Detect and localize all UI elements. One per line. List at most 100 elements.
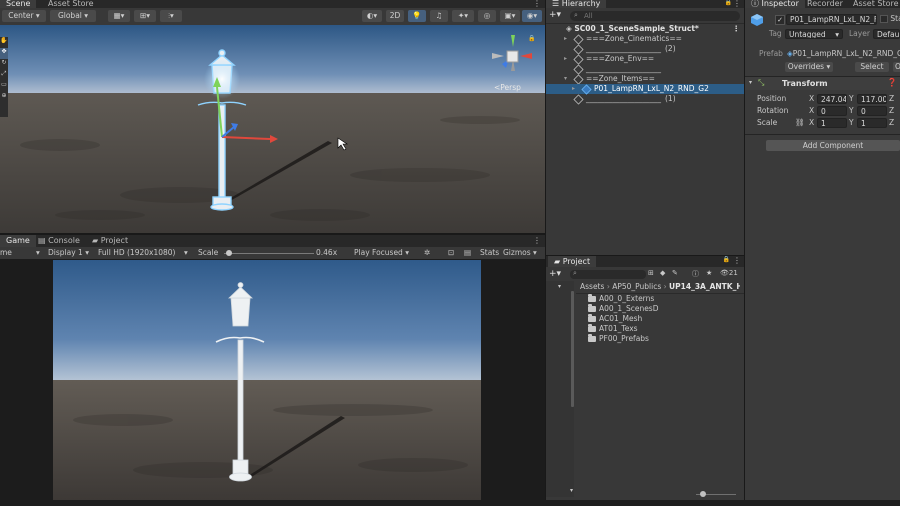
active-checkbox[interactable]: ✓ xyxy=(775,15,785,25)
camera-settings-icon[interactable]: ▣▾ xyxy=(500,10,520,22)
rotation-x-label[interactable]: X xyxy=(809,106,814,116)
increment-snap-button[interactable]: ⫶▾ xyxy=(160,10,182,22)
kebab-menu-icon[interactable]: ⋮ xyxy=(733,24,741,34)
scale-x-field[interactable]: 1 xyxy=(817,118,847,128)
add-component-button[interactable]: Add Component xyxy=(766,140,900,151)
position-y-label[interactable]: Y xyxy=(849,94,854,104)
rotate-tool-icon[interactable]: ↻ xyxy=(0,59,8,70)
favorites-icon[interactable]: ★ xyxy=(706,269,712,277)
scale-z-label[interactable]: Z xyxy=(889,118,894,128)
constrain-proportions-icon[interactable]: ⛓ xyxy=(795,118,805,128)
expand-arrow-icon[interactable]: ▾ xyxy=(564,74,567,84)
info-icon[interactable]: ⓘ xyxy=(692,269,699,279)
hidden-count-badge[interactable]: 👁21 xyxy=(720,269,738,277)
tab-console[interactable]: ▤ Console xyxy=(32,235,86,247)
hierarchy-item[interactable]: ▸ ===Zone_Cinematics== xyxy=(546,33,744,45)
folder-item[interactable]: AT01_Texs xyxy=(586,324,736,334)
position-x-field[interactable]: 247.04 xyxy=(817,94,847,104)
draw-mode-button[interactable]: ◐▾ xyxy=(362,10,382,22)
lock-icon[interactable]: 🔒 xyxy=(723,256,730,263)
rotation-y-field[interactable]: 0 xyxy=(857,106,887,116)
folder-item[interactable]: AC01_Mesh xyxy=(586,314,736,324)
gizmos-dropdown[interactable]: Gizmos ▾ xyxy=(503,248,537,258)
hierarchy-search-field[interactable]: ⌕ All xyxy=(570,11,740,21)
expand-arrow-icon[interactable]: ▸ xyxy=(572,84,575,94)
tree-scrollbar[interactable] xyxy=(571,291,574,407)
kebab-menu-icon[interactable]: ⋮ xyxy=(733,256,741,265)
add-object-button[interactable]: +▾ xyxy=(549,10,561,20)
space-dropdown[interactable]: Global ▾ xyxy=(50,10,96,22)
hierarchy-item[interactable]: ▸ P01_LampRN_LxL_N2_RND_G2 xyxy=(546,83,744,95)
select-prefab-button[interactable]: Select xyxy=(855,62,889,72)
move-tool-icon[interactable]: ✥ xyxy=(0,48,8,59)
toggle-2d-button[interactable]: 2D xyxy=(386,10,404,22)
rotation-z-label[interactable]: Z xyxy=(889,106,894,116)
tag-dropdown[interactable]: Untagged ▾ xyxy=(785,29,843,39)
tab-project[interactable]: ▰ Project xyxy=(86,235,134,247)
hierarchy-item[interactable]: ▸ ===Zone_Env== xyxy=(546,53,744,65)
lighting-toggle-icon[interactable]: 💡 xyxy=(408,10,426,22)
icon-size-slider[interactable] xyxy=(696,491,736,497)
rotation-y-label[interactable]: Y xyxy=(849,106,854,116)
position-z-label[interactable]: Z xyxy=(889,94,894,104)
prefab-asset-link[interactable]: ◈P01_LampRN_LxL_N2_RND_G2 xyxy=(787,49,900,59)
folder-item[interactable]: A00_0_Externs xyxy=(586,294,736,304)
layer-dropdown[interactable]: Defaul xyxy=(873,29,900,39)
transform-tool-icon[interactable]: ⊕ xyxy=(0,92,8,103)
lock-icon[interactable]: 🔒 xyxy=(725,0,732,6)
bug-icon[interactable]: ✲ xyxy=(424,248,430,258)
rotation-x-field[interactable]: 0 xyxy=(817,106,847,116)
object-name-field[interactable]: P01_LampRN_LxL_N2_F xyxy=(786,14,877,25)
stats-button[interactable]: Stats xyxy=(480,248,499,258)
search-by-type-icon[interactable]: ⊞ xyxy=(648,269,654,277)
hierarchy-item[interactable]: ____________________ (2) xyxy=(546,43,744,55)
tab-scene[interactable]: Scene xyxy=(0,0,37,8)
scale-slider-knob[interactable] xyxy=(225,250,232,256)
hidden-objects-icon[interactable]: ◎ xyxy=(478,10,496,22)
help-icon[interactable]: ❓ xyxy=(887,78,897,87)
audio-mute-icon[interactable]: ⊡ xyxy=(448,248,454,258)
gizmos-dropdown-icon[interactable]: ◉▾ xyxy=(522,10,542,22)
orientation-gizmo[interactable]: 🔒 xyxy=(490,33,535,83)
folder-item[interactable]: PF00_Prefabs xyxy=(586,334,736,344)
grid-visibility-button[interactable]: ⊞▾ xyxy=(134,10,156,22)
scale-slider[interactable] xyxy=(224,250,314,256)
filter-icon[interactable]: ✎ xyxy=(672,269,678,277)
resolution-dropdown[interactable]: Full HD (1920x1080) ▾ xyxy=(98,248,190,258)
collapse-arrow-icon[interactable]: ▾ xyxy=(749,79,752,86)
tree-expand-icon[interactable]: ▾ xyxy=(558,283,561,290)
persp-label[interactable]: <Persp xyxy=(494,83,521,92)
game-view-dropdown[interactable]: me ▾ xyxy=(0,248,42,258)
icon-size-slider-knob[interactable] xyxy=(700,491,706,497)
tab-project-window[interactable]: ▰ Project xyxy=(548,256,597,267)
position-y-field[interactable]: 117.00 xyxy=(857,94,887,104)
hierarchy-item[interactable]: ____________________ (1) xyxy=(546,93,744,105)
open-prefab-button[interactable]: O xyxy=(893,62,900,72)
play-focused-dropdown[interactable]: Play Focused ▾ xyxy=(354,248,409,258)
kebab-menu-icon[interactable]: ⋮ xyxy=(733,0,741,8)
breadcrumb-assets[interactable]: Assets xyxy=(580,282,604,291)
game-viewport[interactable] xyxy=(53,260,481,500)
breadcrumb-current[interactable]: UP14_3A_ANTK_He xyxy=(669,282,740,291)
position-x-label[interactable]: X xyxy=(809,94,814,104)
tab-hierarchy[interactable]: ☰ Hierarchy xyxy=(546,0,607,8)
overrides-dropdown[interactable]: Overrides ▾ xyxy=(785,62,833,72)
scale-tool-icon[interactable]: ⤢ xyxy=(0,70,8,81)
tab-asset-store-inspector[interactable]: Asset Store xyxy=(847,0,900,8)
folder-tree[interactable]: ▾ ▾ xyxy=(546,281,574,497)
scene-viewport[interactable]: 🔒 <Persp ✋ ✥ ↻ ⤢ ▭ ⊕ xyxy=(0,25,545,233)
tab-recorder[interactable]: Recorder xyxy=(801,0,849,8)
scene-root-row[interactable]: ◈ SC00_1_SceneSample_Struct* ⋮ xyxy=(546,24,744,34)
grid-snap-button[interactable]: ▦▾ xyxy=(108,10,130,22)
tab-inspector[interactable]: ⓘ Inspector xyxy=(745,0,805,8)
display-dropdown[interactable]: Display 1 ▾ xyxy=(48,248,89,258)
scale-x-label[interactable]: X xyxy=(809,118,814,128)
view-tool-icon[interactable]: ✋ xyxy=(0,37,8,48)
project-search-field[interactable]: ⌕ xyxy=(570,269,646,279)
folder-item[interactable]: A00_1_ScenesD xyxy=(586,304,736,314)
static-checkbox[interactable] xyxy=(880,15,888,23)
hierarchy-item[interactable]: ▾ ==Zone_Items== xyxy=(546,73,744,85)
tab-game[interactable]: Game xyxy=(0,235,36,247)
tree-scroll-down-icon[interactable]: ▾ xyxy=(570,487,573,494)
kebab-menu-icon[interactable]: ⋮ xyxy=(533,0,541,8)
